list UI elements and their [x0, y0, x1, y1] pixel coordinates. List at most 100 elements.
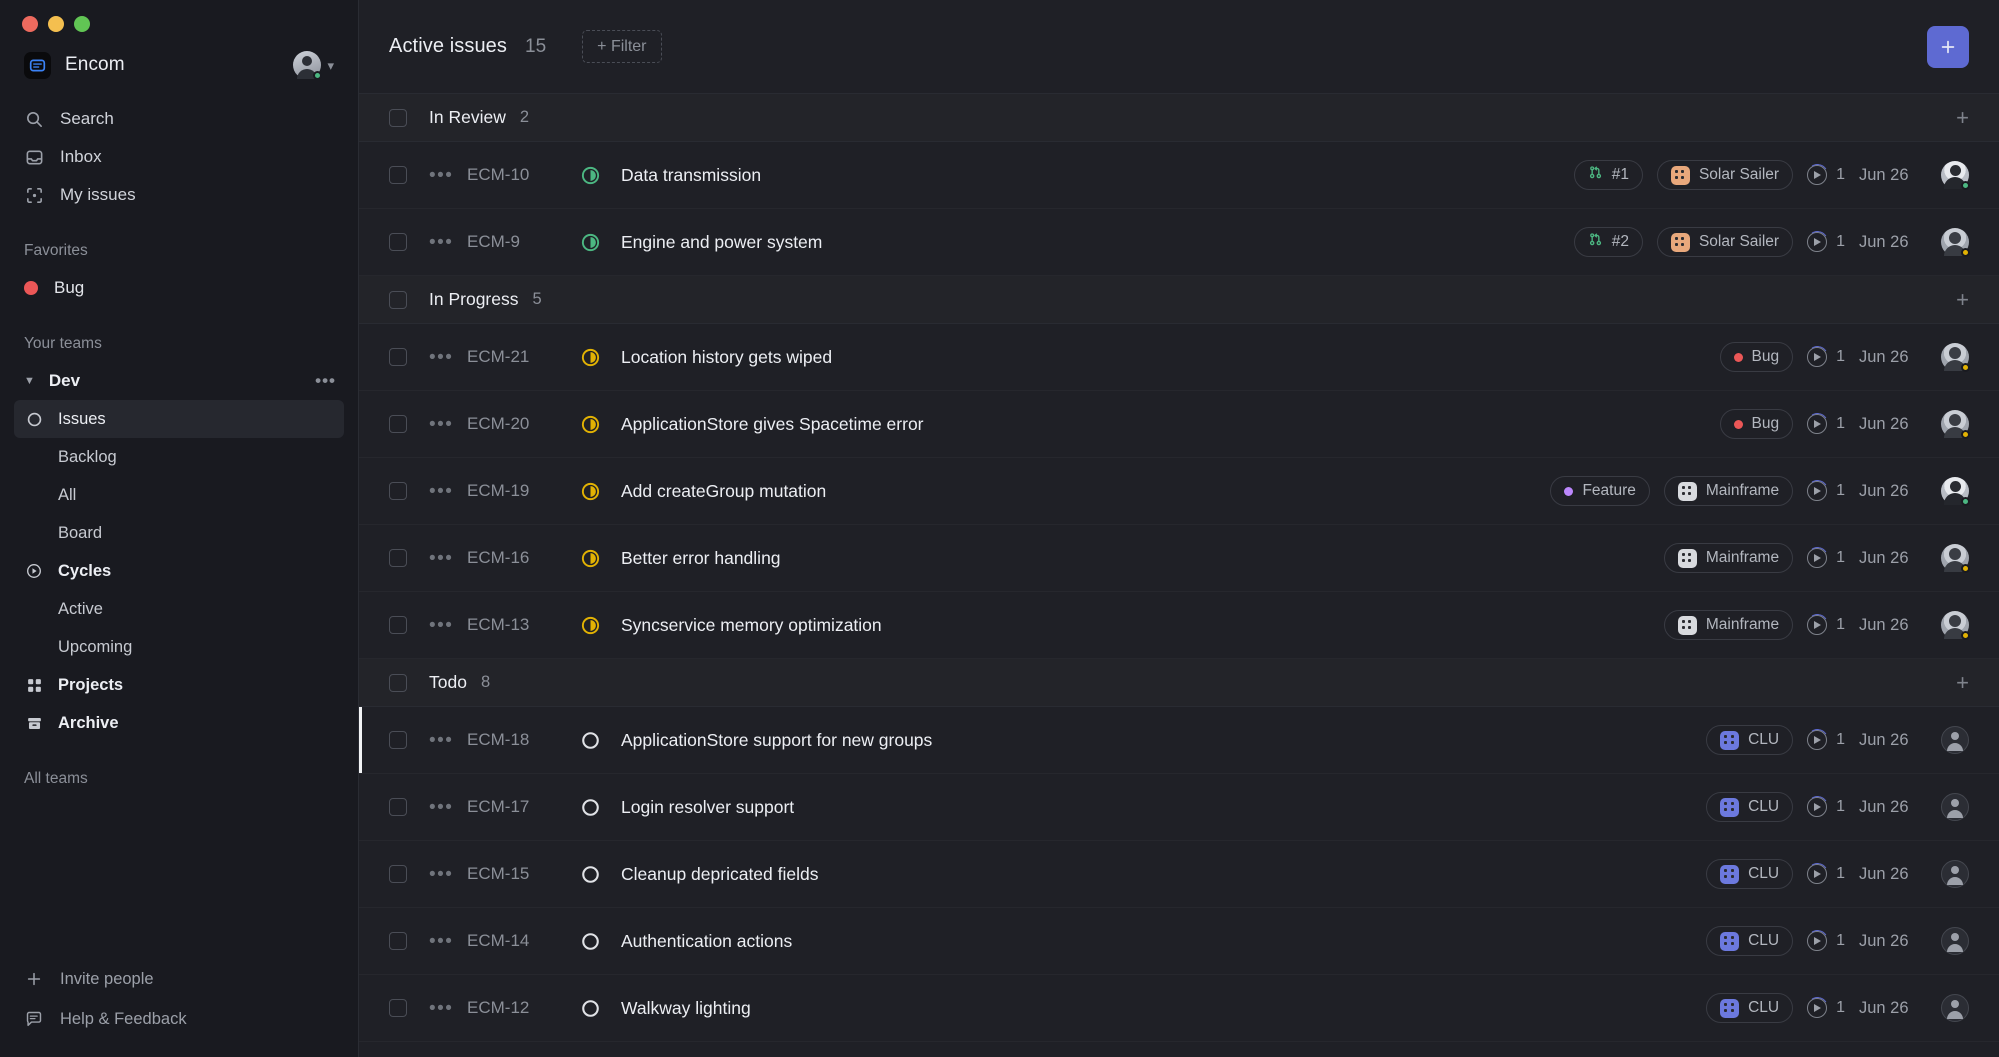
group-select-checkbox[interactable]	[389, 673, 407, 692]
avatar[interactable]	[1941, 860, 1969, 888]
help-feedback-button[interactable]: Help & Feedback	[14, 999, 344, 1039]
status-icon[interactable]	[579, 930, 601, 952]
avatar[interactable]	[1941, 161, 1970, 190]
row-more-options-icon[interactable]: •••	[429, 616, 455, 635]
status-icon[interactable]	[579, 729, 601, 751]
avatar[interactable]	[1941, 343, 1970, 372]
branch-badge[interactable]: #2	[1573, 227, 1643, 257]
estimate-badge[interactable]: 1	[1804, 612, 1845, 638]
row-more-options-icon[interactable]: •••	[429, 415, 455, 434]
sidebar-item-projects[interactable]: Projects	[14, 666, 344, 704]
sidebar-item-backlog[interactable]: Backlog	[14, 438, 344, 476]
estimate-badge[interactable]: 1	[1804, 995, 1845, 1021]
row-more-options-icon[interactable]: •••	[429, 482, 455, 501]
project-badge[interactable]: Solar Sailer	[1656, 160, 1794, 190]
estimate-badge[interactable]: 1	[1804, 229, 1845, 255]
table-row[interactable]: ••• ECM-15 Cleanup depricated fields CLU 1 Ju…	[359, 841, 1999, 908]
table-row[interactable]: ••• ECM-9 Engine and power system #2 Solar S…	[359, 209, 1999, 276]
row-more-options-icon[interactable]: •••	[429, 999, 455, 1018]
estimate-badge[interactable]: 1	[1804, 727, 1845, 753]
sidebar-item-bug-favorite[interactable]: Bug	[0, 269, 358, 307]
row-select-checkbox[interactable]	[389, 233, 407, 251]
sidebar-item-issues[interactable]: Issues	[14, 400, 344, 438]
avatar[interactable]	[1941, 477, 1970, 506]
status-icon[interactable]	[579, 480, 601, 502]
status-icon[interactable]	[579, 231, 601, 253]
row-select-checkbox[interactable]	[389, 865, 407, 883]
row-select-checkbox[interactable]	[389, 166, 407, 184]
row-select-checkbox[interactable]	[389, 549, 407, 567]
row-more-options-icon[interactable]: •••	[429, 731, 455, 750]
minimize-window-button[interactable]	[48, 16, 64, 32]
team-dev-header[interactable]: ▼ Dev •••	[0, 362, 358, 400]
table-row[interactable]: ••• ECM-12 Walkway lighting CLU 1 Jun 26	[359, 975, 1999, 1042]
caret-down-icon[interactable]: ▼	[24, 375, 35, 387]
table-row[interactable]: ••• ECM-20 ApplicationStore gives Spacetim…	[359, 391, 1999, 458]
table-row[interactable]: ••• ECM-19 Add createGroup mutation Feature…	[359, 458, 1999, 525]
row-more-options-icon[interactable]: •••	[429, 549, 455, 568]
branch-badge[interactable]: #1	[1573, 160, 1643, 190]
maximize-window-button[interactable]	[74, 16, 90, 32]
sidebar-item-inbox[interactable]: Inbox	[14, 138, 344, 176]
label-badge[interactable]: Feature	[1550, 476, 1650, 506]
project-badge[interactable]: Mainframe	[1663, 476, 1794, 506]
project-badge[interactable]: Mainframe	[1663, 610, 1794, 640]
estimate-badge[interactable]: 1	[1804, 411, 1845, 437]
row-select-checkbox[interactable]	[389, 798, 407, 816]
status-icon[interactable]	[579, 547, 601, 569]
table-row[interactable]: ••• ECM-14 Authentication actions CLU 1 Jun 2…	[359, 908, 1999, 975]
project-badge[interactable]: CLU	[1706, 926, 1794, 956]
row-more-options-icon[interactable]: •••	[429, 865, 455, 884]
avatar[interactable]	[1941, 994, 1969, 1022]
label-badge[interactable]: Bug	[1719, 342, 1794, 372]
ellipsis-icon[interactable]: •••	[315, 371, 336, 391]
avatar[interactable]	[1941, 927, 1969, 955]
row-select-checkbox[interactable]	[389, 932, 407, 950]
row-more-options-icon[interactable]: •••	[429, 932, 455, 951]
user-avatar[interactable]	[293, 51, 323, 80]
estimate-badge[interactable]: 1	[1804, 478, 1845, 504]
add-filter-button[interactable]: + Filter	[582, 30, 662, 63]
status-icon[interactable]	[579, 863, 601, 885]
workspace-switcher[interactable]: Encom ▾	[14, 42, 344, 88]
sidebar-item-all[interactable]: All	[14, 476, 344, 514]
status-icon[interactable]	[579, 997, 601, 1019]
avatar[interactable]	[1941, 611, 1970, 640]
row-select-checkbox[interactable]	[389, 999, 407, 1017]
group-select-checkbox[interactable]	[389, 108, 407, 127]
estimate-badge[interactable]: 1	[1804, 545, 1845, 571]
avatar[interactable]	[1941, 726, 1969, 754]
estimate-badge[interactable]: 1	[1804, 794, 1845, 820]
sidebar-item-cycles[interactable]: Cycles	[14, 552, 344, 590]
project-badge[interactable]: CLU	[1706, 792, 1794, 822]
status-icon[interactable]	[579, 346, 601, 368]
status-icon[interactable]	[579, 413, 601, 435]
estimate-badge[interactable]: 1	[1804, 162, 1845, 188]
row-select-checkbox[interactable]	[389, 616, 407, 634]
sidebar-item-archive[interactable]: Archive	[14, 704, 344, 742]
table-row[interactable]: ••• ECM-18 ApplicationStore support for ne…	[359, 707, 1999, 774]
sidebar-item-active[interactable]: Active	[14, 590, 344, 628]
project-badge[interactable]: CLU	[1706, 859, 1794, 889]
avatar[interactable]	[1941, 228, 1970, 257]
table-row[interactable]: ••• ECM-17 Login resolver support CLU 1 Jun 2…	[359, 774, 1999, 841]
avatar[interactable]	[1941, 410, 1970, 439]
group-add-issue-button[interactable]: +	[1956, 288, 1969, 311]
close-window-button[interactable]	[22, 16, 38, 32]
estimate-badge[interactable]: 1	[1804, 344, 1845, 370]
invite-people-button[interactable]: Invite people	[14, 959, 344, 999]
row-select-checkbox[interactable]	[389, 731, 407, 749]
group-add-issue-button[interactable]: +	[1956, 106, 1969, 129]
status-icon[interactable]	[579, 614, 601, 636]
table-row[interactable]: ••• ECM-13 Syncservice memory optimization…	[359, 592, 1999, 659]
chevron-down-icon[interactable]: ▾	[327, 59, 334, 72]
group-select-checkbox[interactable]	[389, 290, 407, 309]
row-more-options-icon[interactable]: •••	[429, 233, 455, 252]
project-badge[interactable]: CLU	[1706, 725, 1794, 755]
group-add-issue-button[interactable]: +	[1956, 671, 1969, 694]
new-issue-button[interactable]	[1927, 25, 1969, 68]
project-badge[interactable]: Mainframe	[1663, 543, 1794, 573]
label-badge[interactable]: Bug	[1719, 409, 1794, 439]
row-select-checkbox[interactable]	[389, 415, 407, 433]
row-more-options-icon[interactable]: •••	[429, 166, 455, 185]
